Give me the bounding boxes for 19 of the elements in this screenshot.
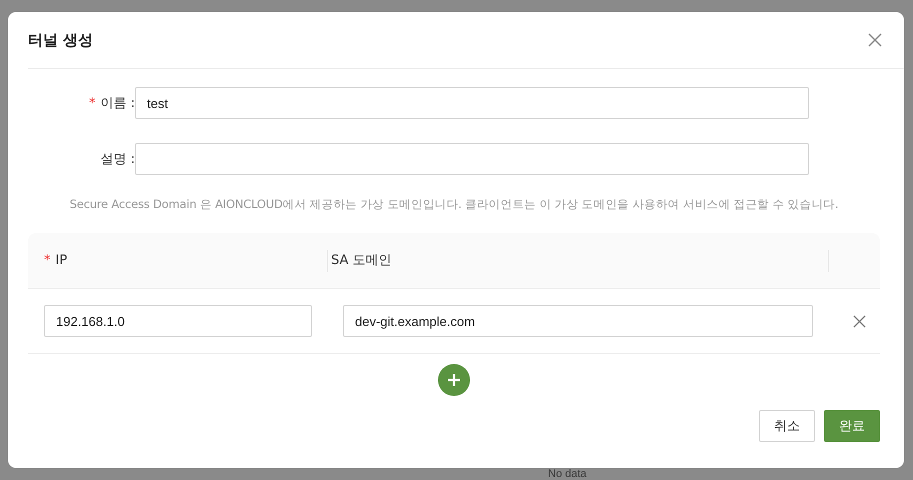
column-header: SA 도메인	[331, 252, 392, 268]
input-field[interactable]: test	[135, 87, 809, 119]
confirm-button[interactable]: 완료	[824, 410, 880, 442]
cancel-button[interactable]: 취소	[759, 410, 815, 442]
input-field[interactable]: 192.168.1.0	[44, 305, 312, 337]
column-header: IP	[56, 252, 68, 268]
plus-icon	[447, 373, 461, 387]
input-field[interactable]	[135, 143, 809, 175]
input-field[interactable]: dev-git.example.com	[343, 305, 813, 337]
field-label: 설명 :	[100, 152, 135, 167]
required-mark: *	[88, 96, 96, 111]
close-icon[interactable]	[868, 33, 882, 47]
add-button[interactable]	[438, 364, 470, 396]
close-icon[interactable]	[853, 314, 866, 328]
dialog-title: 터널 생성	[28, 30, 94, 50]
empty-text: No data	[548, 468, 587, 480]
field-label: 이름 :	[100, 96, 135, 111]
required-mark: *	[44, 252, 50, 268]
hint-text: Secure Access Domain 은 AIONCLOUD에서 제공하는 가상 도메인입니다. 클라이언트는 이 가상 도메인을 사용하여 서비스에 접근할 수 있습니다.	[68, 197, 840, 212]
